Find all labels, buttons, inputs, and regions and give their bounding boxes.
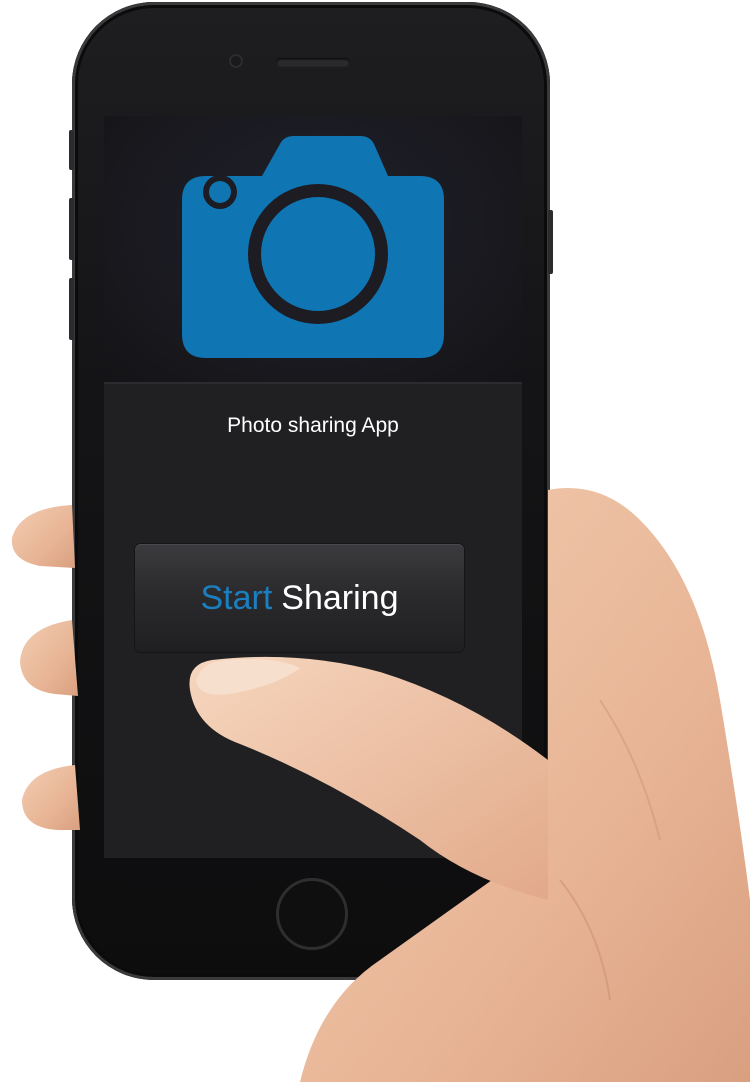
camera-icon: [182, 136, 444, 358]
home-button[interactable]: [276, 878, 348, 950]
mute-switch: [69, 130, 74, 170]
start-button-label-sharing: Sharing: [281, 578, 399, 617]
start-button-label-start: Start: [200, 578, 273, 617]
app-screen: Photo sharing App Start Sharing: [104, 116, 522, 858]
photo-stage: Photo sharing App Start Sharing: [0, 0, 750, 1082]
start-sharing-button[interactable]: Start Sharing: [135, 544, 464, 652]
power-button: [548, 210, 553, 274]
hero-banner: [104, 116, 522, 384]
volume-up-button: [69, 198, 74, 260]
app-title: Photo sharing App: [227, 414, 399, 437]
earpiece-speaker: [276, 58, 350, 67]
front-camera: [229, 54, 243, 68]
volume-down-button: [69, 278, 74, 340]
